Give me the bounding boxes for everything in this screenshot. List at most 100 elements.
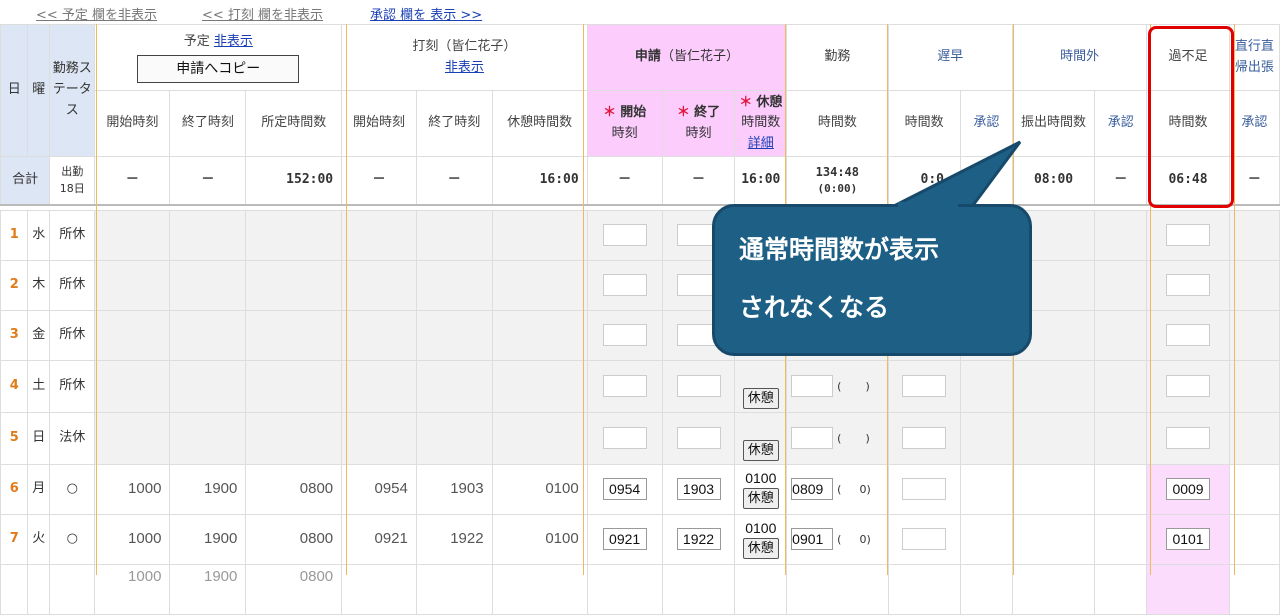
plan-end-cell: 1900 xyxy=(169,513,247,565)
apply-end-input[interactable]: 1903 xyxy=(676,478,721,500)
punch-hide-link[interactable]: 非表示 xyxy=(343,58,587,78)
late-hours-header: 時間数 xyxy=(887,90,961,157)
shortage-input[interactable] xyxy=(1166,427,1211,449)
row-status: ○ xyxy=(49,513,96,565)
row-day: 3 xyxy=(0,309,29,361)
table-row: 2 木 所休 xyxy=(0,259,1280,311)
apply-start-input[interactable] xyxy=(602,427,647,449)
punch-break-cell: 0100 xyxy=(491,463,588,515)
plan-hours-cell: 0800 xyxy=(245,513,343,565)
day-header: 日 xyxy=(0,24,29,157)
punch-start-cell: 0954 xyxy=(341,463,417,515)
work-hours-input[interactable]: 0809 xyxy=(791,478,834,500)
late-approve-header: 承認 xyxy=(959,90,1013,157)
apply-start-input[interactable] xyxy=(602,324,647,346)
hide-punch-link[interactable]: << 打刻 欄を非表示 xyxy=(202,4,323,23)
shortage-input[interactable] xyxy=(1166,324,1211,346)
apply-group-label: 申請 xyxy=(634,49,661,65)
apply-start-input[interactable] xyxy=(602,375,647,397)
punch-break-cell: 0100 xyxy=(491,513,588,565)
sum-plan-end: － xyxy=(169,156,247,205)
callout-line-1: 通常時間数が表示 xyxy=(739,235,940,264)
apply-break-value[interactable]: 0100 xyxy=(736,469,786,487)
row-dow: 月 xyxy=(27,463,51,515)
punch-start-cell: 0921 xyxy=(341,513,417,565)
row-dow: 水 xyxy=(27,209,51,261)
break-button[interactable]: 休憩 xyxy=(742,487,779,509)
work-hours-input[interactable] xyxy=(791,375,834,397)
apply-start-header: ＊ 開始 時刻 xyxy=(586,90,663,157)
apply-start-input[interactable]: 0954 xyxy=(602,478,647,500)
sum-plan-start: － xyxy=(94,156,171,205)
work-hours-input[interactable] xyxy=(791,427,834,449)
work-hours-header: 時間数 xyxy=(786,90,889,157)
table-row: 3 金 所休 xyxy=(0,309,1280,361)
apply-break-header: ＊ 休憩 時間数 詳細 xyxy=(734,90,788,157)
group-separator xyxy=(1234,24,1235,575)
apply-group-header: 申請（皆仁花子） xyxy=(586,24,788,91)
top-link-bar: << 予定 欄を非表示 << 打刻 欄を非表示 承認 欄を 表示 >> xyxy=(0,0,1280,23)
group-separator xyxy=(583,24,584,575)
row-status: 法休 xyxy=(49,411,96,465)
table-row: 1 水 所休 xyxy=(0,209,1280,261)
attendance-table: 日 曜 勤務ステータス 予定 非表示 申請へコピー 打刻（皆仁花子） 非表示 申… xyxy=(0,24,1280,615)
plan-hide-link[interactable]: 非表示 xyxy=(214,34,253,49)
shortage-input[interactable] xyxy=(1166,224,1211,246)
apply-end-input[interactable] xyxy=(676,375,721,397)
apply-end-input[interactable]: 1922 xyxy=(676,528,721,550)
sum-apply-break: 16:00 xyxy=(734,156,788,205)
work-group-header: 勤務 xyxy=(786,24,889,91)
shortage-input[interactable]: 0101 xyxy=(1166,528,1211,550)
plan-group-header: 予定 非表示 申請へコピー xyxy=(94,24,343,91)
late-input[interactable] xyxy=(902,375,947,397)
shortage-input[interactable]: 0009 xyxy=(1166,478,1211,500)
row-dow: 火 xyxy=(27,513,51,565)
break-detail-link[interactable]: 詳細 xyxy=(736,134,786,154)
apply-end-header: ＊ 終了 時刻 xyxy=(661,90,736,157)
summary-label: 合計 xyxy=(0,156,51,205)
shortage-input[interactable] xyxy=(1166,375,1211,397)
plan-hours-header: 所定時間数 xyxy=(245,90,343,157)
row-status: 所休 xyxy=(49,259,96,311)
late-input[interactable] xyxy=(902,427,947,449)
hide-plan-link[interactable]: << 予定 欄を非表示 xyxy=(36,4,157,23)
annotation-callout: 通常時間数が表示 されなくなる xyxy=(712,204,1032,356)
plan-hours-cell: 0800 xyxy=(245,463,343,515)
apply-break-value[interactable]: 0100 xyxy=(736,519,786,537)
punch-group-label: 打刻（皆仁花子） xyxy=(412,39,517,55)
plan-end-cell: 1900 xyxy=(169,463,247,515)
row-dow: 土 xyxy=(27,359,51,413)
row-dow: 木 xyxy=(27,259,51,311)
break-button[interactable]: 休憩 xyxy=(742,537,779,559)
callout-tail-join xyxy=(898,202,958,210)
break-button[interactable]: 休憩 xyxy=(742,388,779,410)
apply-start-input[interactable]: 0921 xyxy=(602,528,647,550)
apply-start-input[interactable] xyxy=(602,224,647,246)
table-row: 7 火 ○ 1000 1900 0800 0921 1922 0100 0921… xyxy=(0,513,1280,565)
sum-punch-start: － xyxy=(341,156,417,205)
late-input[interactable] xyxy=(902,478,947,500)
work-hours-input[interactable]: 0901 xyxy=(791,528,834,550)
apply-end-input[interactable] xyxy=(676,427,721,449)
sum-ot: 08:00 xyxy=(1011,156,1096,205)
copy-to-apply-button[interactable]: 申請へコピー xyxy=(137,54,300,83)
sum-apply-end: － xyxy=(661,156,736,205)
shortage-input[interactable] xyxy=(1166,274,1211,296)
table-row: 6 月 ○ 1000 1900 0800 0954 1903 0100 0954… xyxy=(0,463,1280,515)
sum-late: 0:0 xyxy=(887,156,961,205)
sum-punch-break: 16:00 xyxy=(491,156,588,205)
late-input[interactable] xyxy=(902,528,947,550)
show-approve-link[interactable]: 承認 欄を 表示 >> xyxy=(370,4,482,23)
plan-start-header: 開始時刻 xyxy=(94,90,171,157)
table-row: 1000 1900 0800 xyxy=(0,563,1280,615)
punch-end-cell: 1903 xyxy=(415,463,493,515)
callout-line-2: されなくなる xyxy=(739,293,890,322)
row-dow: 日 xyxy=(27,411,51,465)
apply-start-input[interactable] xyxy=(602,274,647,296)
row-day: 6 xyxy=(0,463,29,515)
row-day: 7 xyxy=(0,513,29,565)
punch-break-header: 休憩時間数 xyxy=(491,90,588,157)
break-button[interactable]: 休憩 xyxy=(742,440,779,462)
direct-approve-header: 承認 xyxy=(1228,90,1280,157)
dow-header: 曜 xyxy=(27,24,51,157)
